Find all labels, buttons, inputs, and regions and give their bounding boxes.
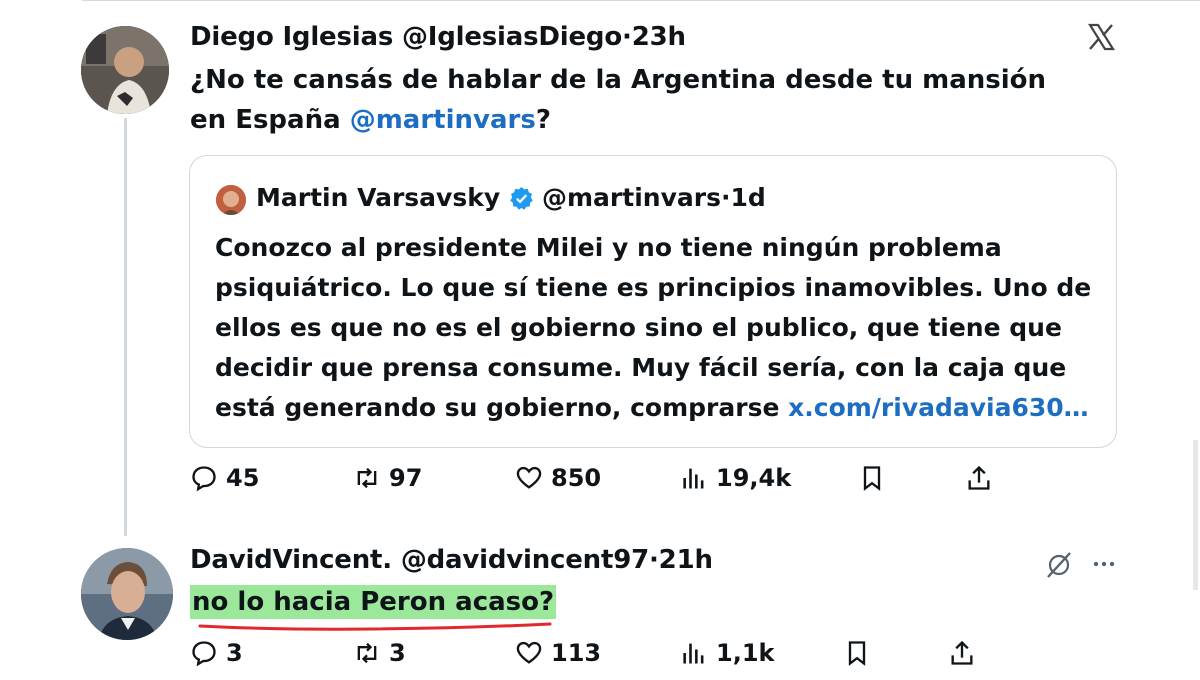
tweet-text-content: ¿No te cansás de hablar de la Argentina …: [190, 65, 1047, 135]
thread-connector-line: [124, 118, 127, 536]
reply-author-handle[interactable]: @davidvincent97: [401, 545, 649, 575]
share-button[interactable]: [948, 639, 984, 667]
reply-header: DavidVincent. @davidvincent97·21h: [190, 545, 713, 575]
reply-text: no lo hacia Peron acaso?: [190, 585, 557, 619]
quote-time[interactable]: 1d: [730, 183, 765, 212]
quote-avatar[interactable]: [216, 185, 246, 215]
like-count: 113: [551, 639, 602, 667]
author-name[interactable]: Diego Iglesias: [190, 22, 393, 52]
avatar[interactable]: [81, 548, 173, 640]
avatar[interactable]: [81, 26, 169, 114]
repost-button[interactable]: 3: [353, 639, 406, 667]
x-logo-icon: [1088, 23, 1115, 51]
reply-button[interactable]: 45: [190, 464, 259, 492]
separator: ·: [648, 545, 659, 575]
grok-icon[interactable]: [1044, 550, 1074, 580]
author-handle[interactable]: @IglesiasDiego: [402, 22, 622, 52]
repost-count: 97: [389, 464, 423, 492]
quote-avatar-photo: [216, 185, 246, 215]
reply-author-name[interactable]: DavidVincent.: [190, 545, 392, 575]
views-count: 19,4k: [716, 464, 792, 492]
repost-icon: [357, 467, 377, 489]
tweet-time[interactable]: 23h: [632, 22, 686, 52]
views-count: 1,1k: [716, 639, 775, 667]
reply-time[interactable]: 21h: [659, 545, 713, 575]
repost-count: 3: [389, 639, 406, 667]
separator: ·: [622, 22, 632, 52]
red-underline-annotation: [198, 622, 552, 631]
verified-badge-icon: [510, 187, 533, 210]
views-button[interactable]: 1,1k: [680, 639, 774, 667]
reply-button[interactable]: 3: [190, 639, 243, 667]
repost-button[interactable]: 97: [353, 464, 422, 492]
views-button[interactable]: 19,4k: [680, 464, 791, 492]
tweet-header: Diego Iglesias @IglesiasDiego·23h: [190, 22, 686, 52]
like-count: 850: [551, 464, 602, 492]
more-options-icon[interactable]: [1090, 552, 1118, 576]
repost-icon: [357, 642, 377, 664]
quote-author-name[interactable]: Martin Varsavsky: [256, 183, 500, 212]
like-button[interactable]: 113: [515, 639, 601, 667]
scroll-edge: [1193, 440, 1198, 590]
reply-actions: 3 3 113 1,1k: [190, 639, 1010, 673]
bookmark-button[interactable]: [843, 639, 879, 667]
reply-count: 45: [226, 464, 260, 492]
bookmark-button[interactable]: [858, 464, 894, 492]
share-button[interactable]: [965, 464, 1001, 492]
quote-author-handle[interactable]: @martinvars: [542, 183, 721, 212]
heart-icon: [516, 466, 542, 489]
like-button[interactable]: 850: [515, 464, 601, 492]
share-icon: [951, 640, 973, 665]
tweet-text: ¿No te cansás de hablar de la Argentina …: [190, 60, 1090, 140]
tweet-actions: 45 97 850 19,4k: [190, 464, 1010, 498]
share-icon: [968, 465, 990, 490]
heart-icon: [516, 641, 542, 664]
reply-count: 3: [226, 639, 243, 667]
avatar-photo: [81, 548, 173, 640]
top-divider: [82, 0, 1200, 1]
views-icon: [683, 468, 704, 489]
bookmark-icon: [848, 641, 866, 666]
mention-link[interactable]: @martinvars: [350, 105, 536, 135]
quote-handle-line: @martinvars·1d: [542, 183, 766, 212]
bookmark-icon: [863, 466, 881, 491]
quote-text: Conozco al presidente Milei y no tiene n…: [215, 228, 1095, 428]
reply-icon: [192, 641, 216, 667]
reply-icon: [192, 466, 216, 492]
avatar-photo: [81, 26, 169, 114]
tweet-text-end: ?: [535, 105, 551, 135]
quote-link[interactable]: x.com/rivadavia630…: [788, 393, 1089, 422]
views-icon: [683, 643, 704, 664]
